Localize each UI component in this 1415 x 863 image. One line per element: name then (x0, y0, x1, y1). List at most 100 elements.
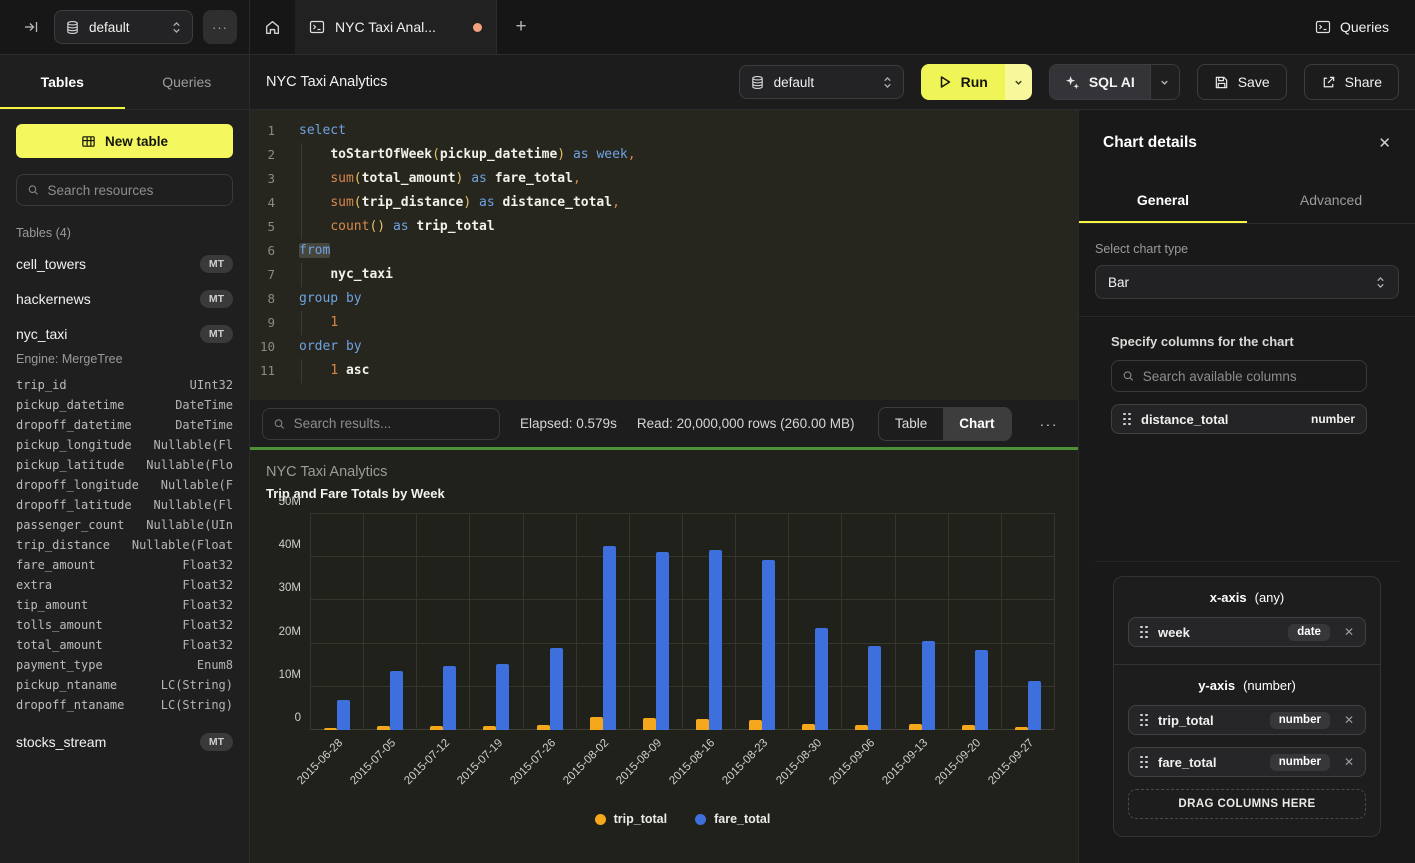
bar-fare_total-2015-09-13[interactable] (922, 641, 935, 730)
remove-icon[interactable]: ✕ (1344, 713, 1354, 727)
bar-fare_total-2015-07-05[interactable] (390, 671, 403, 730)
sql-ai-options-button[interactable] (1150, 65, 1179, 99)
run-button[interactable]: Run (921, 64, 1005, 100)
home-button[interactable] (250, 0, 295, 54)
bar-trip_total-2015-08-09[interactable] (643, 718, 656, 730)
drop-zone[interactable]: DRAG COLUMNS HERE (1128, 789, 1366, 819)
bar-fare_total-2015-09-27[interactable] (1028, 681, 1041, 730)
resource-search-input[interactable] (48, 183, 222, 198)
bar-trip_total-2015-07-12[interactable] (430, 726, 443, 730)
sql-editor[interactable]: 1select2 toStartOfWeek(pickup_datetime) … (250, 110, 1078, 400)
drag-handle-icon[interactable] (1123, 413, 1131, 426)
bar-fare_total-2015-08-09[interactable] (656, 552, 669, 730)
table-row-stocks-stream[interactable]: stocks_stream MT (16, 731, 233, 753)
drag-handle-icon[interactable] (1140, 756, 1148, 769)
legend-item-trip_total[interactable]: trip_total (595, 812, 667, 826)
column-name: dropoff_ntaname (16, 695, 124, 715)
column-name: tip_amount (16, 595, 88, 615)
available-column-distance-total[interactable]: distance_total number (1111, 404, 1367, 434)
table-row-cell-towers[interactable]: cell_towers MT (16, 253, 233, 275)
column-row: tolls_amountFloat32 (16, 615, 233, 635)
bar-fare_total-2015-08-16[interactable] (709, 550, 722, 730)
close-icon[interactable]: ✕ (1378, 134, 1391, 152)
table-row-nyc-taxi[interactable]: nyc_taxi MT (16, 323, 233, 345)
axis-column-name: trip_total (1158, 713, 1214, 728)
line-number: 3 (250, 167, 288, 191)
queries-button[interactable]: Queries (1289, 0, 1415, 54)
bar-trip_total-2015-08-16[interactable] (696, 719, 709, 730)
share-button[interactable]: Share (1304, 64, 1399, 100)
legend-dot (695, 814, 706, 825)
legend-item-fare_total[interactable]: fare_total (695, 812, 770, 826)
bar-fare_total-2015-07-26[interactable] (550, 648, 563, 730)
y-axis-item-fare-total[interactable]: fare_total number ✕ (1128, 747, 1366, 777)
run-options-button[interactable] (1005, 64, 1032, 100)
engine-badge: MT (200, 733, 233, 751)
y-axis-item-trip-total[interactable]: trip_total number ✕ (1128, 705, 1366, 735)
chart-type-select[interactable]: Bar (1095, 265, 1399, 299)
bar-trip_total-2015-07-19[interactable] (483, 726, 496, 730)
new-table-button[interactable]: New table (16, 124, 233, 158)
bar-trip_total-2015-08-02[interactable] (590, 717, 603, 730)
bar-trip_total-2015-09-20[interactable] (962, 725, 975, 730)
code-text: nyc_taxi (288, 263, 393, 287)
tab-tables[interactable]: Tables (0, 55, 125, 109)
bar-fare_total-2015-06-28[interactable] (337, 700, 350, 730)
bar-trip_total-2015-07-05[interactable] (377, 726, 390, 730)
x-axis-tick: 2015-07-19 (455, 737, 505, 787)
toolbar-database-selector[interactable]: default (739, 65, 904, 99)
x-axis-tick: 2015-08-23 (721, 737, 771, 787)
y-axis-tick: 0 (295, 712, 301, 724)
bar-trip_total-2015-09-06[interactable] (855, 725, 868, 730)
bar-trip_total-2015-09-13[interactable] (909, 724, 922, 730)
sidebar-more-button[interactable]: ··· (203, 10, 237, 44)
bar-fare_total-2015-07-12[interactable] (443, 666, 456, 730)
bar-fare_total-2015-07-19[interactable] (496, 664, 509, 730)
line-number: 4 (250, 191, 288, 215)
save-button[interactable]: Save (1197, 64, 1287, 100)
bar-trip_total-2015-07-26[interactable] (537, 725, 550, 730)
sql-ai-button[interactable]: SQL AI (1050, 65, 1150, 99)
code-text: 1 asc (288, 359, 369, 383)
drag-handle-icon[interactable] (1140, 714, 1148, 727)
results-more-button[interactable]: ··· (1032, 416, 1067, 432)
x-axis-item-week[interactable]: week date ✕ (1128, 617, 1366, 647)
bar-trip_total-2015-09-27[interactable] (1015, 727, 1028, 730)
rows-read: Read: 20,000,000 rows (260.00 MB) (637, 416, 855, 431)
remove-icon[interactable]: ✕ (1344, 625, 1354, 639)
bar-fare_total-2015-09-20[interactable] (975, 650, 988, 730)
tab-advanced[interactable]: Advanced (1247, 176, 1415, 223)
tab-queries[interactable]: Queries (125, 55, 250, 109)
save-label: Save (1238, 74, 1270, 90)
new-tab-button[interactable]: + (497, 0, 545, 54)
bar-trip_total-2015-08-30[interactable] (802, 724, 815, 730)
table-row-hackernews[interactable]: hackernews MT (16, 288, 233, 310)
main-region: NYC Taxi Anal... + Queries NYC Taxi Anal… (250, 0, 1415, 863)
axis-column-name: week (1158, 625, 1190, 640)
bar-fare_total-2015-08-02[interactable] (603, 546, 616, 730)
sidebar-database-selector[interactable]: default (54, 10, 193, 44)
drag-handle-icon[interactable] (1140, 626, 1148, 639)
results-search-input[interactable] (294, 416, 489, 431)
columns-search-input[interactable] (1143, 369, 1356, 384)
tab-nyc-taxi-analytics[interactable]: NYC Taxi Anal... (295, 0, 497, 54)
view-table-button[interactable]: Table (879, 408, 943, 440)
column-type: Nullable(UIn (146, 515, 233, 535)
bar-fare_total-2015-08-30[interactable] (815, 628, 828, 730)
results-search[interactable] (262, 408, 500, 440)
columns-search[interactable] (1111, 360, 1367, 392)
bar-trip_total-2015-08-23[interactable] (749, 720, 762, 730)
column-name: distance_total (1141, 412, 1228, 427)
content-row: 1select2 toStartOfWeek(pickup_datetime) … (250, 110, 1415, 863)
collapse-sidebar-button[interactable] (18, 14, 44, 40)
bar-fare_total-2015-09-06[interactable] (868, 646, 881, 730)
bar-trip_total-2015-06-28[interactable] (324, 728, 337, 730)
chart-category-2015-07-12: 2015-07-12 (416, 514, 469, 730)
remove-icon[interactable]: ✕ (1344, 755, 1354, 769)
tab-general[interactable]: General (1079, 176, 1247, 223)
y-axis-title: y-axis (number) (1128, 678, 1366, 693)
x-axis-tick: 2015-07-12 (402, 737, 452, 787)
view-chart-button[interactable]: Chart (943, 408, 1010, 440)
resource-search[interactable] (16, 174, 233, 206)
bar-fare_total-2015-08-23[interactable] (762, 560, 775, 730)
